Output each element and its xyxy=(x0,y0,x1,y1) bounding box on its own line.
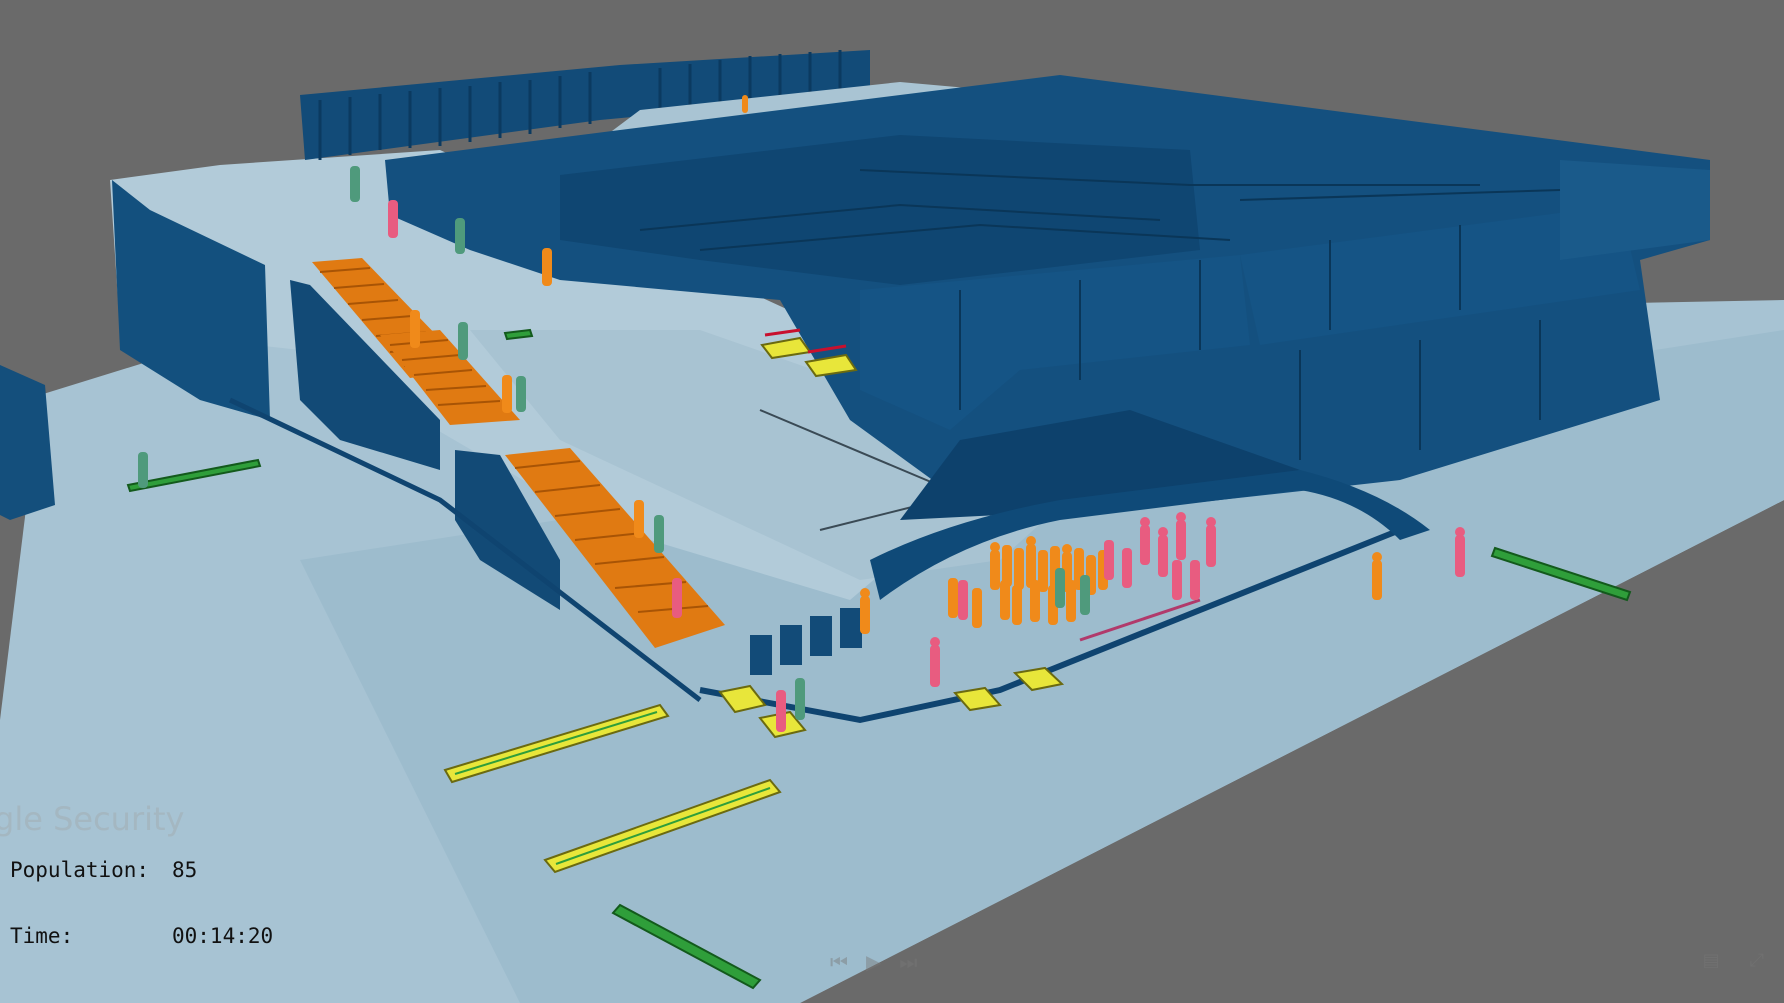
captions-icon[interactable]: ▤ xyxy=(1703,950,1720,971)
left-tower xyxy=(0,365,55,520)
population-label: Population: xyxy=(10,858,150,882)
fullscreen-icon[interactable]: ⤢ xyxy=(1750,950,1764,971)
play-icon[interactable]: ▶ xyxy=(866,950,881,974)
simulation-hud: Population: 85 Time: 00:14:20 xyxy=(10,815,273,991)
video-corner-controls: ▤ ⤢ xyxy=(1703,950,1764,971)
time-readout: Time: 00:14:20 xyxy=(10,925,273,947)
fast-forward-icon[interactable]: ⏭ xyxy=(899,950,917,974)
population-readout: Population: 85 xyxy=(10,859,273,881)
rewind-icon[interactable]: ⏮ xyxy=(830,950,848,974)
simulation-viewport[interactable]: gle Security ⏮ ▶ ⏭ ▤ ⤢ Population: 85 Ti… xyxy=(0,0,1784,1003)
time-label: Time: xyxy=(10,924,74,948)
video-playback-controls: ⏮ ▶ ⏭ xyxy=(830,950,917,974)
population-value: 85 xyxy=(172,858,198,882)
time-value: 00:14:20 xyxy=(172,924,274,948)
